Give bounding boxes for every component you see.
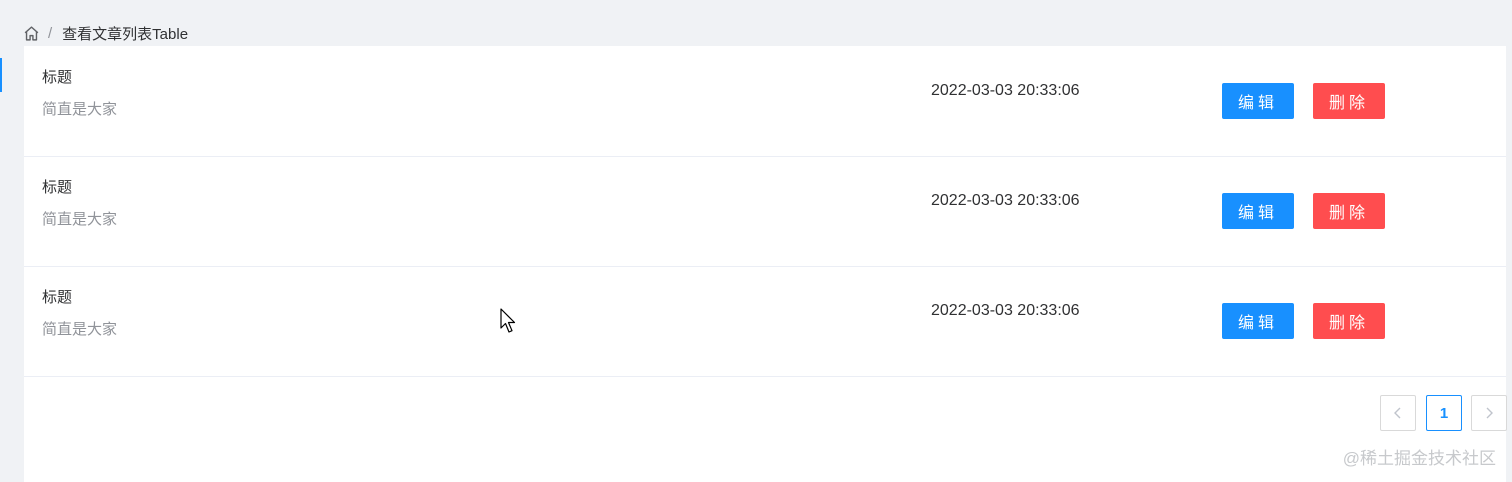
pagination-prev-button[interactable] [1380, 395, 1416, 431]
sidebar-active-indicator [0, 58, 2, 92]
delete-button[interactable]: 删除 [1313, 83, 1385, 119]
breadcrumb: / 查看文章列表Table [22, 22, 188, 44]
mouse-cursor-icon [500, 308, 516, 333]
breadcrumb-current: 查看文章列表Table [62, 25, 189, 43]
edit-button[interactable]: 编辑 [1222, 303, 1294, 339]
list-item: 标题 简直是大家 2022-03-03 20:33:06 编辑 删除 [24, 156, 1506, 267]
article-title[interactable]: 标题 [42, 66, 72, 87]
edit-button[interactable]: 编辑 [1222, 193, 1294, 229]
article-summary: 简直是大家 [42, 211, 118, 228]
delete-button[interactable]: 删除 [1313, 303, 1385, 339]
article-time: 2022-03-03 20:33:06 [931, 302, 1080, 319]
article-title[interactable]: 标题 [42, 176, 72, 197]
watermark: @稀土掘金技术社区 [1342, 449, 1496, 468]
list-item: 标题 简直是大家 2022-03-03 20:33:06 编辑 删除 [24, 46, 1506, 157]
home-icon[interactable] [22, 24, 40, 42]
breadcrumb-separator: / [48, 24, 53, 42]
chevron-left-icon [1394, 407, 1401, 419]
pagination-next-button[interactable] [1471, 395, 1507, 431]
chevron-right-icon [1486, 407, 1493, 419]
article-time: 2022-03-03 20:33:06 [931, 82, 1080, 99]
edit-button[interactable]: 编辑 [1222, 83, 1294, 119]
article-summary: 简直是大家 [42, 101, 118, 118]
list-item: 标题 简直是大家 2022-03-03 20:33:06 编辑 删除 [24, 266, 1506, 377]
article-title[interactable]: 标题 [42, 286, 72, 307]
article-list-panel: 标题 简直是大家 2022-03-03 20:33:06 编辑 删除 标题 简直… [24, 46, 1507, 482]
article-summary: 简直是大家 [42, 321, 118, 338]
delete-button[interactable]: 删除 [1313, 193, 1385, 229]
article-time: 2022-03-03 20:33:06 [931, 192, 1080, 209]
pagination-page-1[interactable]: 1 [1426, 395, 1462, 431]
